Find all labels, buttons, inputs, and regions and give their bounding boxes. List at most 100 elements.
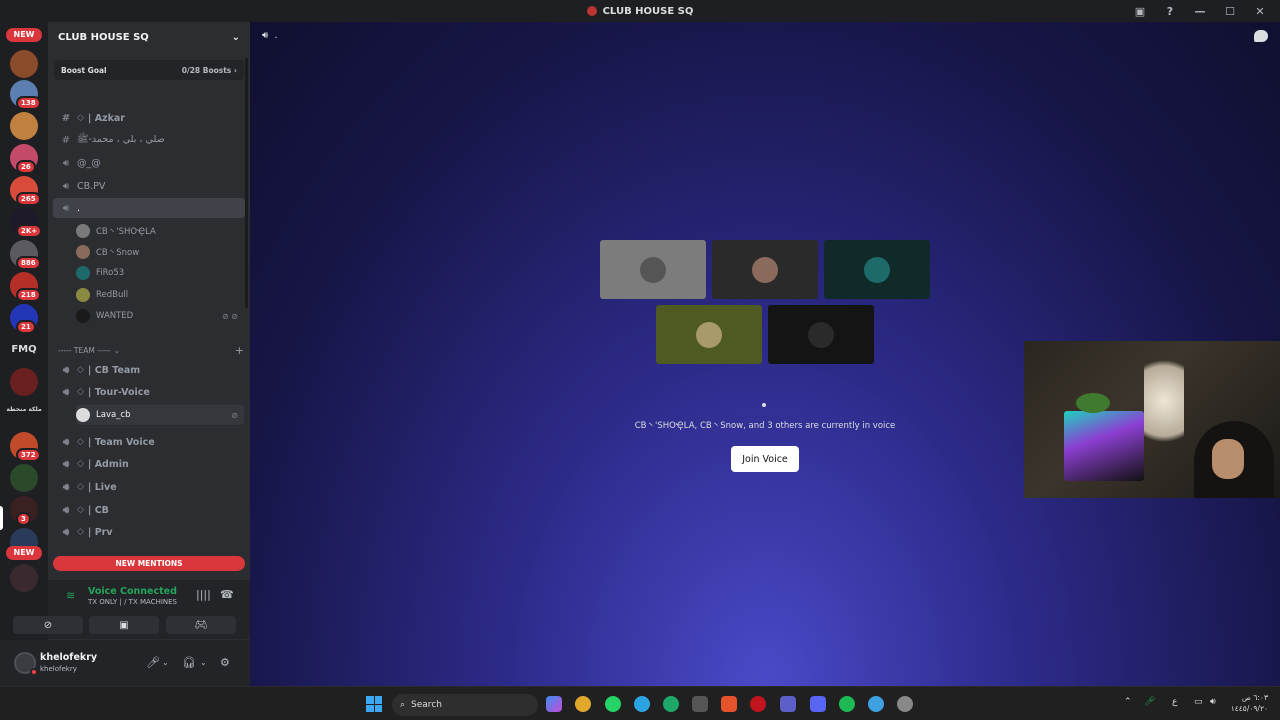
voice-user[interactable]: FiRo53 [76, 263, 244, 283]
new-badge[interactable]: NEW [6, 28, 42, 42]
settings-gear-icon[interactable]: ⚙ [220, 656, 230, 669]
channel-label: | Prv [87, 526, 113, 538]
speaker-icon: 🔊︎ [62, 202, 70, 214]
channel-cbpv[interactable]: 🔊︎ CB.PV [53, 176, 245, 196]
speaker-icon: 🔊︎ [62, 364, 70, 376]
server-icon-3[interactable] [10, 112, 38, 140]
network-icon[interactable]: ▭ [1194, 697, 1203, 707]
chevron-up-icon[interactable]: ⌃ [1124, 697, 1132, 707]
server-arabic[interactable]: ملكة منحطة [4, 406, 44, 413]
telegram-icon[interactable] [634, 696, 650, 712]
signal-icon[interactable]: ≋ [66, 589, 75, 602]
voice-user[interactable]: Lava_cb ⊘ [76, 405, 244, 425]
minimize-button[interactable]: — [1192, 3, 1208, 19]
volume-icon[interactable]: 🔊︎ [1210, 697, 1216, 707]
guild-name: CLUB HOUSE SQ [58, 31, 149, 43]
brave-icon[interactable] [721, 696, 737, 712]
steam-icon[interactable] [692, 696, 708, 712]
diamond-icon: ◇ [77, 482, 84, 492]
headphones-icon[interactable]: 🎧︎ [182, 656, 196, 669]
join-voice-button[interactable]: Join Voice [731, 446, 799, 472]
add-channel-icon[interactable]: + [235, 344, 244, 357]
voice-channel-link[interactable]: TX ONLY | / TX MACHINES [88, 598, 177, 606]
whatsapp-icon[interactable] [605, 696, 621, 712]
clock[interactable]: ٦:٠٣ ص ١٤٤٥/٠٩/٢٠ [1231, 692, 1268, 714]
channel-cb[interactable]: 🔊︎ ◇ | CB [53, 500, 245, 520]
chrome-icon[interactable] [575, 696, 591, 712]
participant-tile[interactable] [768, 305, 874, 364]
activities-button[interactable]: 🎮︎ [166, 616, 236, 634]
channel-scrollbar[interactable] [245, 58, 248, 308]
voice-user[interactable]: CB丶Snow [76, 242, 244, 262]
user-name[interactable]: khelofekry [40, 652, 97, 663]
avatar [76, 408, 90, 422]
chevron-down-icon[interactable]: ⌄ [162, 658, 169, 667]
taskbar-search[interactable]: ⌕ Search [392, 694, 538, 716]
channel-team-voice[interactable]: 🔊︎ ◇ | Team Voice [53, 432, 245, 452]
server-icon [586, 6, 597, 16]
voice-user[interactable]: WANTED ⊘ ⊘ [76, 306, 244, 326]
edge-icon[interactable] [663, 696, 679, 712]
participant-tile[interactable] [712, 240, 818, 299]
participant-tile[interactable] [824, 240, 930, 299]
server-icon-1[interactable] [10, 50, 38, 78]
channel-dot[interactable]: 🔊︎ . [53, 198, 245, 218]
channel-admin[interactable]: 🔊︎ ◇ | Admin [53, 454, 245, 474]
channel-live[interactable]: 🔊︎ ◇ | Live [53, 477, 245, 497]
server-badge: 886 [16, 256, 41, 270]
user-panel: khelofekry khelofekry 🎤︎ ⌄ 🎧︎ ⌄ ⚙ [0, 640, 250, 686]
channel-azkar[interactable]: # ◇ | Azkar [53, 108, 245, 128]
chat-bubble-icon[interactable] [1254, 30, 1268, 42]
voice-user[interactable]: CB丶'SHOҾLA [76, 221, 244, 241]
disconnect-icon[interactable]: ☎ [220, 588, 234, 601]
server-fmq[interactable]: FMQ [4, 344, 44, 355]
camera-off-button[interactable]: ⊘ [13, 616, 83, 634]
inbox-icon[interactable]: ▣ [1132, 3, 1148, 19]
server-icon-10[interactable] [10, 368, 38, 396]
spotify-icon[interactable] [839, 696, 855, 712]
diamond-icon: ◇ [77, 437, 84, 447]
help-icon[interactable]: ? [1162, 3, 1178, 19]
screen-share-button[interactable]: ▣ [89, 616, 159, 634]
game-app-icon[interactable] [750, 696, 766, 712]
category-team[interactable]: ----- TEAM ----- ⌄ + [58, 343, 244, 357]
discord-icon[interactable] [810, 696, 826, 712]
boost-goal[interactable]: Boost Goal 0/28 Boosts › [54, 60, 244, 80]
diamond-icon: ◇ [77, 365, 84, 375]
microphone-icon[interactable]: 🎤︎ [146, 656, 160, 669]
search-icon: ⌕ [400, 700, 406, 710]
participant-tile[interactable] [600, 240, 706, 299]
teams-icon[interactable] [780, 696, 796, 712]
new-badge[interactable]: NEW [6, 546, 42, 560]
noise-suppression-icon[interactable]: |||| [196, 588, 211, 601]
language-indicator[interactable]: ع [1172, 697, 1177, 707]
chevron-down-icon[interactable]: ⌄ [200, 658, 207, 667]
windows-start-icon[interactable] [366, 696, 382, 712]
close-button[interactable]: ✕ [1252, 3, 1268, 19]
server-badge: 265 [16, 192, 41, 206]
server-icon-12[interactable] [10, 464, 38, 492]
speaker-icon: 🔊︎ [62, 180, 70, 192]
participant-tile[interactable] [656, 305, 762, 364]
channel-label: . [77, 202, 81, 214]
maximize-button[interactable]: ☐ [1222, 3, 1238, 19]
copilot-icon[interactable] [546, 696, 562, 712]
channel-header: 🔊︎ . [262, 30, 278, 41]
channel-arabic[interactable]: # صلي ، بلي ، محمد-ﷺ [53, 130, 245, 150]
guild-header[interactable]: CLUB HOUSE SQ ⌄ [48, 22, 250, 52]
app-icon[interactable] [868, 696, 884, 712]
new-mentions-button[interactable]: NEW MENTIONS [53, 556, 245, 571]
app-icon-2[interactable] [897, 696, 913, 712]
pagination-dot[interactable] [762, 403, 766, 407]
voice-user[interactable]: RedBull [76, 285, 244, 305]
channel-tour-voice[interactable]: 🔊︎ ◇ | Tour-Voice [53, 382, 245, 402]
speaker-icon: 🔊︎ [62, 481, 70, 493]
server-icon-15[interactable] [10, 564, 38, 592]
microphone-tray-icon[interactable]: 🎤︎ [1144, 697, 1155, 707]
channel-prv[interactable]: 🔊︎ ◇ | Prv [53, 522, 245, 542]
speaker-icon: 🔊︎ [62, 157, 70, 169]
channel-at-at[interactable]: 🔊︎ @_@ [53, 153, 245, 173]
voice-user-name: WANTED [96, 311, 134, 321]
channel-cb-team[interactable]: 🔊︎ ◇ | CB Team [53, 360, 245, 380]
channel-label: | Azkar [87, 112, 125, 124]
